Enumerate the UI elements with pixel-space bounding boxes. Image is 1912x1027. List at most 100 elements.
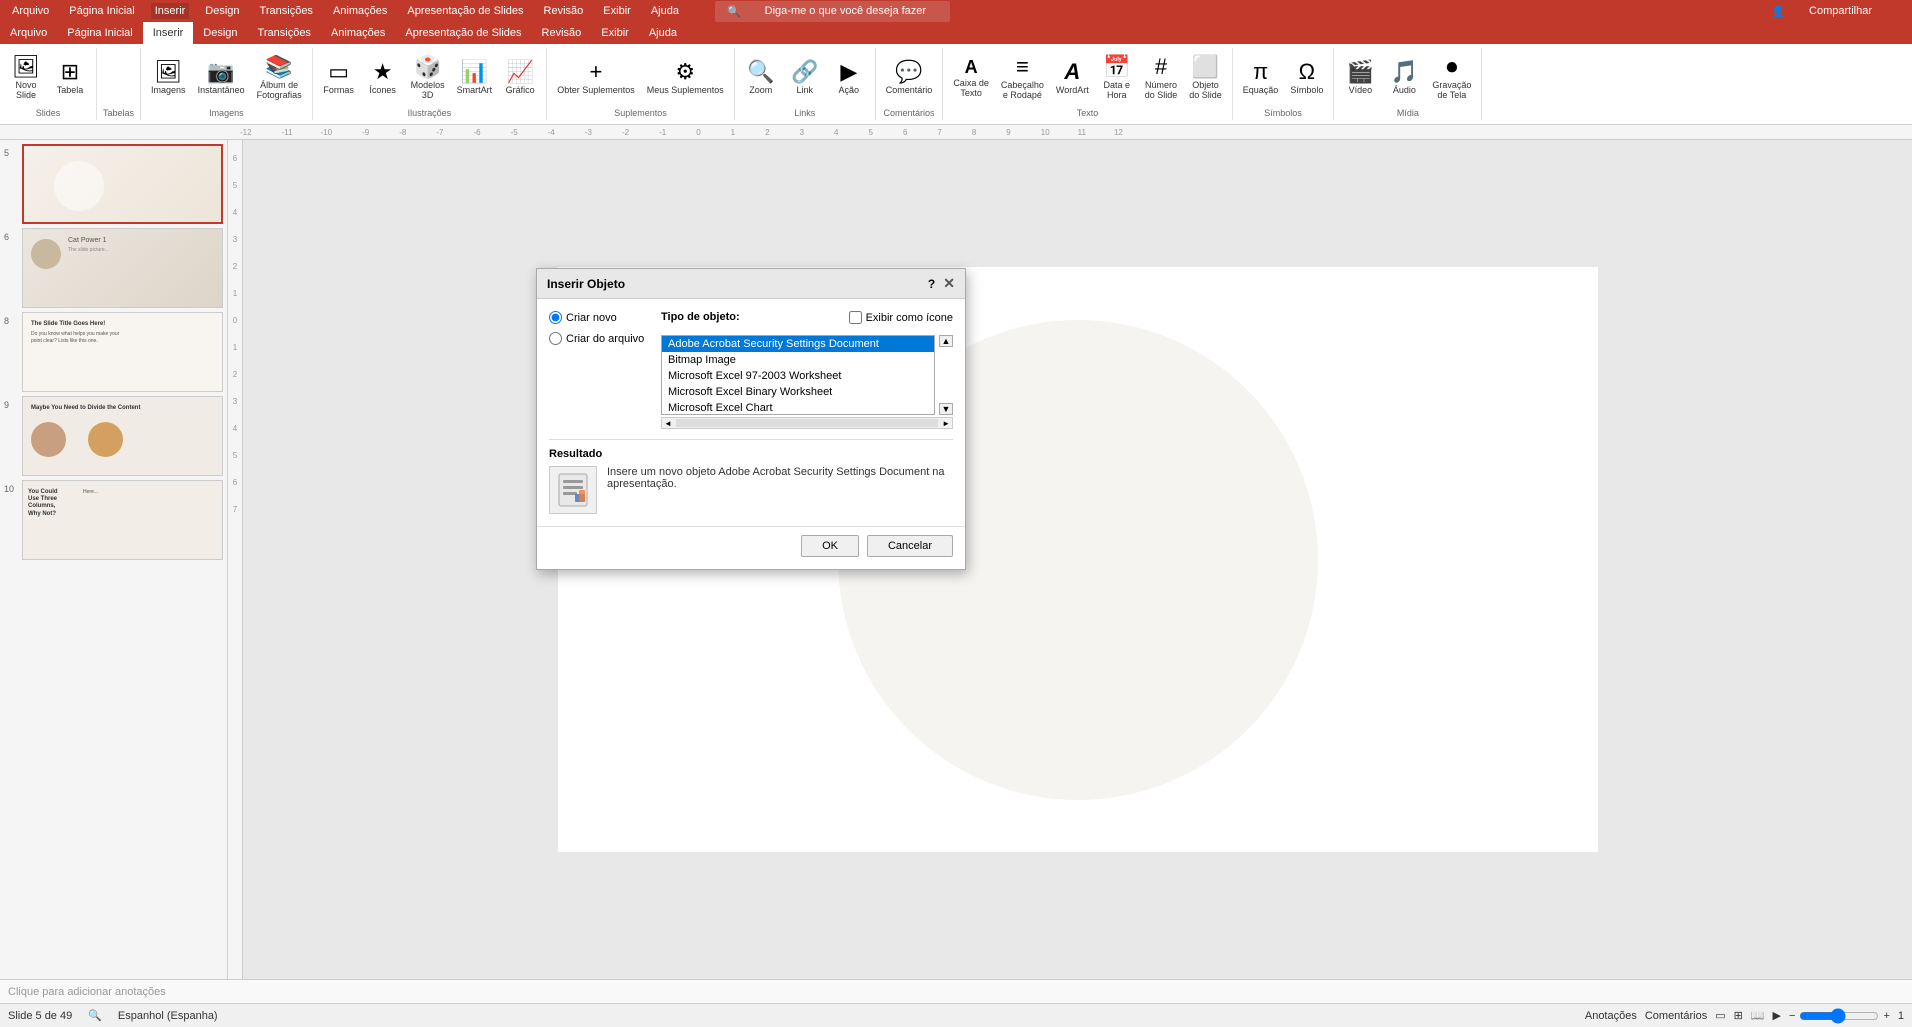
ok-button[interactable]: OK: [801, 535, 859, 557]
menu-design[interactable]: Design: [201, 3, 243, 19]
grafico-button[interactable]: 📈 Gráfico: [500, 59, 540, 97]
slide-thumb-8[interactable]: 8 The Slide Title Goes Here! Do you know…: [4, 312, 223, 392]
cabecalho-rodape-button[interactable]: ≡ Cabeçalhoe Rodapé: [997, 54, 1048, 102]
cancel-button[interactable]: Cancelar: [867, 535, 953, 557]
comments-button[interactable]: Comentários: [1645, 1010, 1707, 1022]
objeto-slide-button[interactable]: ⬜ Objetodo Slide: [1185, 54, 1226, 102]
obter-suplementos-button[interactable]: + Obter Suplementos: [553, 59, 639, 97]
reading-view-button[interactable]: 📖: [1751, 1009, 1765, 1022]
scroll-down-button[interactable]: ▼: [939, 403, 953, 415]
smartart-button[interactable]: 📊 SmartArt: [453, 59, 497, 97]
menu-arquivo[interactable]: Arquivo: [8, 3, 53, 19]
share-button[interactable]: 👤 Compartilhar: [1763, 1, 1892, 22]
scroll-left-button[interactable]: ◄: [662, 419, 674, 428]
canvas-area[interactable]: [243, 140, 1912, 979]
slide-num-6: 6: [4, 228, 18, 242]
menu-apresentacao[interactable]: Apresentação de Slides: [403, 3, 527, 19]
menu-exibir[interactable]: Exibir: [599, 3, 635, 19]
object-item-3[interactable]: Microsoft Excel Binary Worksheet: [662, 384, 934, 400]
exibir-icone-checkbox[interactable]: Exibir como ícone: [849, 311, 953, 324]
menu-inserir[interactable]: Inserir: [151, 3, 190, 19]
numero-slide-button[interactable]: # Númerodo Slide: [1141, 54, 1182, 102]
novo-slide-button[interactable]: 🖼 NovoSlide: [6, 54, 46, 102]
tab-exibir[interactable]: Exibir: [591, 22, 639, 44]
menu-transicoes[interactable]: Transições: [256, 3, 317, 19]
tab-transicoes[interactable]: Transições: [248, 22, 321, 44]
wordart-button[interactable]: A WordArt: [1052, 59, 1093, 97]
video-button[interactable]: 🎬 Vídeo: [1340, 59, 1380, 97]
object-item-1[interactable]: Bitmap Image: [662, 352, 934, 368]
zoom-icon: 🔍: [747, 61, 774, 83]
equacao-button[interactable]: π Equação: [1239, 59, 1283, 97]
icones-button[interactable]: ★ Ícones: [363, 59, 403, 97]
album-button[interactable]: 📚 Álbum deFotografias: [253, 54, 306, 102]
slide-thumb-6[interactable]: 6 Cat Power 1 The slide picture...: [4, 228, 223, 308]
slide-sorter-button[interactable]: ⊞: [1734, 1009, 1743, 1022]
tab-revisao[interactable]: Revisão: [532, 22, 592, 44]
numero-slide-label: Númerodo Slide: [1145, 80, 1178, 100]
scroll-up-button[interactable]: ▲: [939, 335, 953, 347]
tab-animacoes[interactable]: Animações: [321, 22, 395, 44]
user-icon: 👤: [1767, 3, 1789, 20]
tab-apresentacao[interactable]: Apresentação de Slides: [395, 22, 531, 44]
formas-button[interactable]: ▭ Formas: [319, 59, 359, 97]
radio-criar-novo[interactable]: Criar novo: [549, 311, 649, 324]
object-item-0[interactable]: Adobe Acrobat Security Settings Document: [662, 336, 934, 352]
zoom-slider[interactable]: − +: [1789, 1008, 1890, 1024]
tabela-button[interactable]: ⊞ Tabela: [50, 59, 90, 97]
exibir-icone-input[interactable]: [849, 311, 862, 324]
gravacao-tela-button[interactable]: ⏺ Gravaçãode Tela: [1428, 54, 1475, 102]
instantaneo-button[interactable]: 📷 Instantâneo: [194, 59, 249, 97]
link-button[interactable]: 🔗 Link: [785, 59, 825, 97]
video-icon: 🎬: [1347, 61, 1374, 83]
tab-design[interactable]: Design: [193, 22, 247, 44]
dialog-help-button[interactable]: ?: [928, 277, 935, 291]
simbolo-label: Símbolo: [1290, 85, 1323, 95]
caixa-texto-button[interactable]: A Caixa deTexto: [949, 56, 993, 100]
object-item-2[interactable]: Microsoft Excel 97-2003 Worksheet: [662, 368, 934, 384]
modelos3d-button[interactable]: 🎲 Modelos3D: [407, 54, 449, 102]
menu-animacoes[interactable]: Animações: [329, 3, 391, 19]
imagens-button[interactable]: 🖼 Imagens: [147, 59, 190, 97]
data-hora-button[interactable]: 📅 Data eHora: [1097, 54, 1137, 102]
horizontal-scrollbar[interactable]: ◄ ►: [661, 417, 953, 429]
acao-button[interactable]: ▶ Ação: [829, 59, 869, 97]
obter-suplementos-label: Obter Suplementos: [557, 85, 635, 95]
slideshow-button[interactable]: ▶: [1773, 1009, 1781, 1022]
tab-pagina-inicial[interactable]: Página Inicial: [57, 22, 142, 44]
zoom-in-button[interactable]: +: [1883, 1010, 1889, 1022]
instantaneo-icon: 📷: [207, 61, 234, 83]
scroll-right-button[interactable]: ►: [940, 419, 952, 428]
search-box[interactable]: 🔍 Diga-me o que você deseja fazer: [715, 1, 950, 22]
slide-thumb-10[interactable]: 10 You CouldUse ThreeColumns,Why Not? He…: [4, 480, 223, 560]
tab-inserir[interactable]: Inserir: [143, 22, 194, 44]
simbolo-button[interactable]: Ω Símbolo: [1286, 59, 1327, 97]
object-item-4[interactable]: Microsoft Excel Chart: [662, 400, 934, 415]
zoom-button[interactable]: 🔍 Zoom: [741, 59, 781, 97]
ribbon-group-slides: 🖼 NovoSlide ⊞ Tabela Slides: [0, 48, 97, 120]
radio-criar-arquivo[interactable]: Criar do arquivo: [549, 332, 649, 345]
normal-view-button[interactable]: ▭: [1715, 1009, 1725, 1022]
comentario-button[interactable]: 💬 Comentário: [882, 59, 937, 97]
tab-ajuda[interactable]: Ajuda: [639, 22, 687, 44]
notes-button[interactable]: Anotações: [1585, 1010, 1637, 1022]
ribbon-group-slides-items: 🖼 NovoSlide ⊞ Tabela: [6, 50, 90, 106]
notes-bar[interactable]: Clique para adicionar anotações: [0, 979, 1912, 1003]
ribbon-group-imagens: 🖼 Imagens 📷 Instantâneo 📚 Álbum deFotogr…: [141, 48, 313, 120]
slide-thumb-9[interactable]: 9 Maybe You Need to Divide the Content: [4, 396, 223, 476]
icones-label: Ícones: [369, 85, 396, 95]
dialog-close-button[interactable]: ✕: [943, 275, 955, 292]
object-list-container[interactable]: Adobe Acrobat Security Settings Document…: [661, 335, 935, 415]
menu-pagina-inicial[interactable]: Página Inicial: [65, 3, 138, 19]
slide-thumb-5[interactable]: 5: [4, 144, 223, 224]
audio-button[interactable]: 🎵 Áudio: [1384, 59, 1424, 97]
radio-criar-arquivo-input[interactable]: [549, 332, 562, 345]
object-type-label: Tipo de objeto:: [661, 311, 740, 323]
zoom-out-button[interactable]: −: [1789, 1010, 1795, 1022]
menu-revisao[interactable]: Revisão: [540, 3, 588, 19]
menu-ajuda[interactable]: Ajuda: [647, 3, 683, 19]
zoom-slider-input[interactable]: [1799, 1008, 1879, 1024]
meus-suplementos-button[interactable]: ⚙ Meus Suplementos: [643, 59, 728, 97]
radio-criar-novo-input[interactable]: [549, 311, 562, 324]
tab-arquivo[interactable]: Arquivo: [0, 22, 57, 44]
